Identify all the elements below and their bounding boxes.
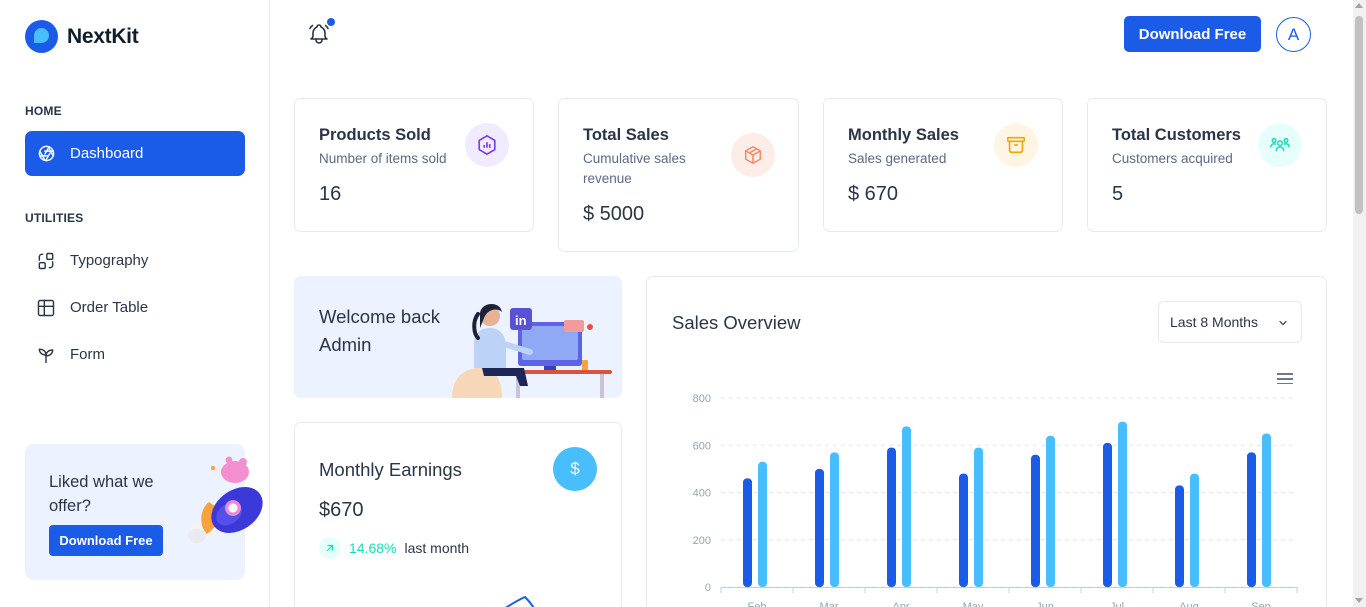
stat-subtitle: Number of items sold — [319, 151, 447, 166]
archive-icon — [994, 123, 1038, 167]
y-tick-label: 400 — [693, 488, 711, 500]
chart-bar-icon — [465, 123, 509, 167]
stat-title: Total Customers — [1112, 126, 1241, 144]
bar-aug-series-2 — [1190, 473, 1199, 587]
monthly-earnings-card: Monthly Earnings $670 $ 14.68% last mont… — [294, 422, 622, 607]
bar-may-series-1 — [959, 473, 968, 587]
sidebar-item-typography[interactable]: Typography — [25, 238, 245, 283]
stat-subtitle: Customers acquired — [1112, 151, 1233, 166]
stat-value: $ 670 — [848, 183, 899, 205]
stat-card-total-sales: Total Sales Cumulative sales revenue $ 5… — [558, 98, 799, 252]
bar-sep-series-2 — [1262, 433, 1271, 587]
sidebar-item-label: Dashboard — [70, 145, 144, 162]
bar-feb-series-1 — [743, 478, 752, 587]
stat-card-products-sold: Products Sold Number of items sold 16 — [294, 98, 534, 232]
stat-value: 16 — [319, 183, 342, 205]
earnings-change-row: 14.68% last month — [319, 537, 469, 559]
y-tick-label: 600 — [693, 440, 711, 452]
logo-icon — [25, 20, 58, 53]
y-tick-label: 200 — [693, 535, 711, 547]
person-at-desk-illustration: in — [452, 303, 612, 398]
stat-card-total-customers: Total Customers Customers acquired 5 — [1087, 98, 1327, 232]
bar-feb-series-2 — [758, 461, 767, 587]
earnings-value: $670 — [319, 499, 364, 521]
nav-caption-utilities: UTILITIES — [25, 211, 84, 225]
header-download-button[interactable]: Download Free — [1124, 16, 1261, 52]
users-icon — [1258, 123, 1302, 167]
scroll-down-arrow-icon[interactable] — [1355, 598, 1363, 603]
scroll-up-arrow-icon[interactable] — [1355, 3, 1363, 8]
y-tick-label: 0 — [705, 582, 711, 594]
stat-value: $ 5000 — [583, 203, 645, 225]
promo-download-button[interactable]: Download Free — [49, 525, 163, 556]
welcome-card: Welcome back Admin in — [294, 276, 622, 398]
x-tick-label: Aug — [1179, 601, 1199, 607]
sidebar: NextKit HOME Dashboard UTILITIES Typogra… — [0, 0, 270, 607]
table-icon — [36, 298, 56, 318]
stat-title: Monthly Sales — [848, 126, 959, 144]
arrow-up-right-icon — [319, 537, 341, 559]
stat-subtitle: Sales generated — [848, 151, 947, 166]
x-tick-label: Jun — [1036, 601, 1054, 607]
sidebar-item-label: Order Table — [70, 299, 149, 316]
x-tick-label: Jul — [1110, 601, 1124, 607]
bar-jul-series-2 — [1118, 421, 1127, 587]
sidebar-item-form[interactable]: Form — [25, 332, 245, 377]
box-icon — [731, 133, 775, 177]
stat-subtitle: Cumulative sales revenue — [583, 151, 686, 186]
earnings-period: last month — [404, 540, 470, 556]
rocket-illustration — [188, 456, 263, 543]
promo-title: Liked what we offer? — [49, 473, 154, 515]
promo-card: Liked what we offer? Download Free — [25, 444, 263, 580]
stat-title: Products Sold — [319, 126, 431, 144]
brand-name: NextKit — [67, 24, 139, 48]
bar-mar-series-1 — [815, 468, 824, 587]
svg-text:in: in — [515, 313, 527, 328]
stat-title: Total Sales — [583, 126, 669, 144]
earnings-change: 14.68% — [349, 540, 397, 556]
plant-icon — [36, 345, 56, 365]
aperture-icon — [36, 144, 56, 164]
bar-may-series-2 — [974, 447, 983, 587]
y-tick-label: 800 — [693, 393, 711, 405]
nav-caption-home: HOME — [25, 104, 62, 118]
sidebar-item-label: Form — [70, 346, 105, 363]
stat-card-monthly-sales: Monthly Sales Sales generated $ 670 — [823, 98, 1063, 232]
bar-jun-series-1 — [1031, 454, 1040, 587]
bar-apr-series-2 — [902, 426, 911, 587]
x-tick-label: May — [963, 601, 984, 607]
x-tick-label: Sep — [1251, 601, 1271, 607]
bar-mar-series-2 — [830, 452, 839, 587]
earnings-title: Monthly Earnings — [319, 459, 462, 480]
sales-overview-card: Sales Overview Last 8 Months 0 200 400 600 8… — [646, 276, 1327, 607]
sales-overview-chart: 0 200 400 600 800 Feb Mar Apr May Jun Jul Aug Sep — [693, 393, 1298, 607]
stat-value: 5 — [1112, 183, 1124, 205]
sidebar-item-order-table[interactable]: Order Table — [25, 285, 245, 330]
bar-sep-series-1 — [1247, 452, 1256, 587]
dollar-icon: $ — [553, 447, 597, 491]
bar-aug-series-1 — [1175, 485, 1184, 587]
typography-icon — [36, 251, 56, 271]
bell-icon[interactable] — [307, 22, 331, 46]
notification-badge — [327, 18, 335, 26]
x-tick-label: Feb — [748, 601, 767, 607]
scrollbar-thumb[interactable] — [1355, 16, 1363, 214]
x-tick-label: Mar — [820, 601, 839, 607]
earnings-sparkline — [505, 595, 535, 607]
bar-jul-series-1 — [1103, 442, 1112, 587]
sidebar-item-dashboard[interactable]: Dashboard — [25, 131, 245, 176]
x-tick-label: Apr — [892, 601, 909, 607]
avatar[interactable]: A — [1276, 17, 1311, 52]
bar-jun-series-2 — [1046, 435, 1055, 587]
sidebar-item-label: Typography — [70, 252, 149, 269]
bar-apr-series-1 — [887, 447, 896, 587]
brand-logo[interactable]: NextKit — [25, 20, 139, 53]
